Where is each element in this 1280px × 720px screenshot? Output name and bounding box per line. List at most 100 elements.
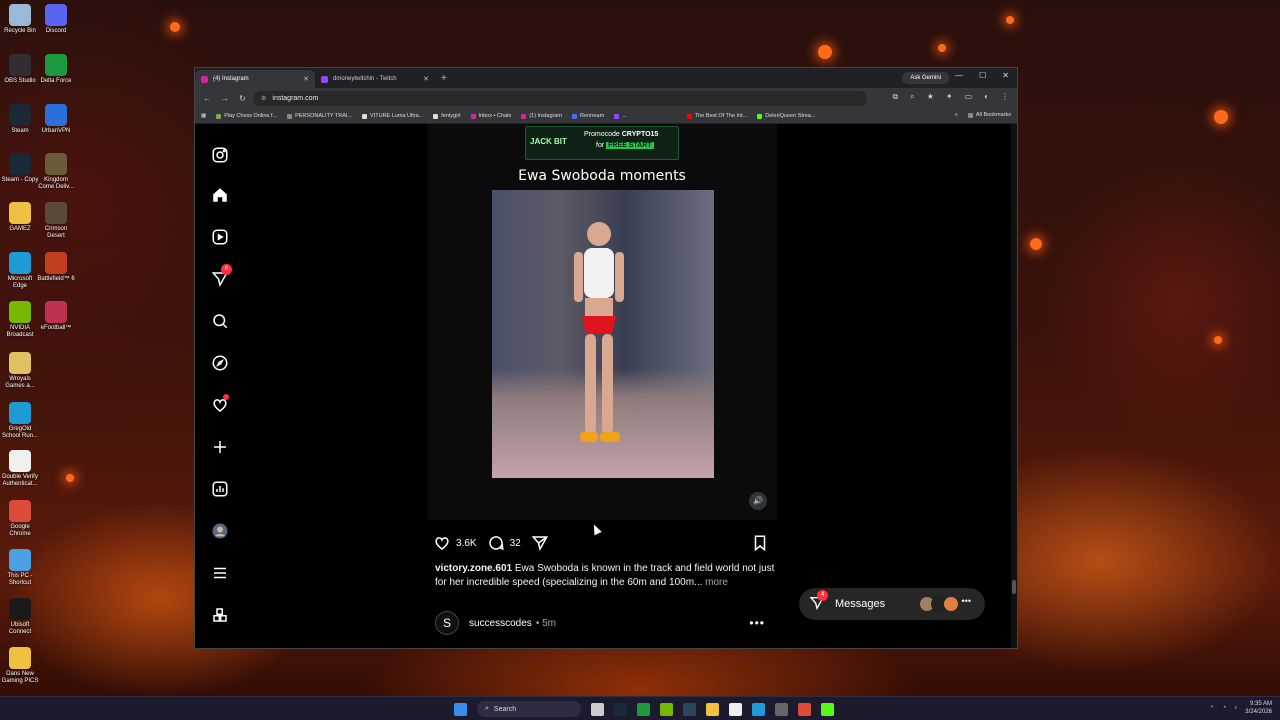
desktop-icon[interactable]: Delta Force xyxy=(36,54,76,85)
volume-icon[interactable]: ♪ xyxy=(1234,705,1237,711)
profile-icon[interactable]: ◐ xyxy=(984,92,989,102)
caption-username[interactable]: victory.zone.601 xyxy=(435,563,512,574)
network-icon[interactable]: ◔ xyxy=(1223,705,1227,711)
desktop-icon[interactable]: NVIDIA Broadcast xyxy=(0,301,40,339)
minimize-icon[interactable]: — xyxy=(955,71,963,80)
notifications-heart-icon[interactable] xyxy=(211,394,229,414)
close-tab-icon[interactable]: ✕ xyxy=(303,75,309,83)
bookmark-item[interactable]: (1) Instagram xyxy=(521,113,562,119)
caption-more-link[interactable]: more xyxy=(705,577,728,588)
desktop-icon[interactable]: eFootball™ xyxy=(36,301,76,332)
bookmark-item[interactable]: VITURE Luma Ultra... xyxy=(362,113,423,119)
desktop-icon[interactable]: Dans New Gaming PICS xyxy=(0,647,40,685)
game-taskbar-icon[interactable] xyxy=(637,702,650,716)
search-icon[interactable] xyxy=(211,312,229,330)
address-bar[interactable]: ⚙ instagram.com xyxy=(253,91,867,106)
bookmark-item[interactable]: DeleriQueen Strea... xyxy=(757,113,815,119)
bookmark-item[interactable]: PERSONALITY TRAI... xyxy=(287,113,352,119)
steam-client-taskbar-icon[interactable] xyxy=(683,702,696,716)
desktop-icon[interactable]: OBS Studio xyxy=(0,54,40,85)
direct-messages-icon[interactable]: 6 xyxy=(211,264,232,288)
bookmark-item[interactable]: fentygirl xyxy=(433,113,461,119)
desktop-icon[interactable]: Microsoft Edge xyxy=(0,252,40,290)
reload-icon[interactable]: ↻ xyxy=(239,94,246,103)
desktop-icon[interactable]: Ubisoft Connect xyxy=(0,598,40,636)
close-tab-icon[interactable]: ✕ xyxy=(423,75,429,83)
home-icon[interactable] xyxy=(211,186,229,204)
desktop-icon[interactable]: Double Verify Authenticat... xyxy=(0,450,40,488)
desktop-icon[interactable]: Wroyals Games a... xyxy=(0,352,40,390)
maximize-icon[interactable]: ☐ xyxy=(979,71,986,80)
tray-overflow-icon[interactable]: ⌃ xyxy=(1210,705,1215,712)
mute-toggle-icon[interactable]: 🔊 xyxy=(749,492,767,510)
desktop-icon[interactable]: Google Chrome xyxy=(0,500,40,538)
desktop-icon[interactable]: UrbanVPN xyxy=(36,104,76,135)
nvidia-taskbar-icon[interactable] xyxy=(660,702,673,716)
back-icon[interactable]: ← xyxy=(203,94,211,103)
hamburger-menu-icon[interactable] xyxy=(211,564,229,582)
new-tab-button[interactable]: + xyxy=(441,73,447,84)
bookmark-item[interactable]: ... xyxy=(614,113,627,119)
bookmark-item[interactable]: The Best Of The Int... xyxy=(686,113,747,119)
also-from-meta-icon[interactable] xyxy=(211,606,229,624)
extensions-icon[interactable]: ✦ xyxy=(946,92,953,102)
settings-taskbar-icon[interactable] xyxy=(775,702,788,716)
taskbar-search[interactable]: ⌕ Search xyxy=(477,701,581,717)
comment-icon[interactable] xyxy=(487,534,505,552)
sidebar-icon[interactable]: ▭ xyxy=(965,92,973,102)
like-heart-icon[interactable] xyxy=(433,534,451,552)
instagram-logo-icon[interactable] xyxy=(211,146,229,164)
desktop-icon[interactable]: GregOld School Run... xyxy=(0,402,40,440)
all-bookmarks-button[interactable]: All Bookmarks xyxy=(967,112,1011,118)
steam-taskbar-icon[interactable] xyxy=(614,702,627,716)
more-bookmarks-icon[interactable]: » xyxy=(955,112,958,118)
forward-icon[interactable]: → xyxy=(221,94,229,103)
share-action[interactable] xyxy=(531,534,549,552)
profile-avatar-icon[interactable] xyxy=(211,522,229,540)
store-icon[interactable] xyxy=(729,702,742,716)
bookmark-item[interactable]: Inbox • Chats xyxy=(470,113,511,119)
desktop-icon[interactable]: Kingdom Come Deliv... xyxy=(36,153,76,191)
desktop-icon[interactable]: Recycle Bin xyxy=(0,4,40,35)
kick-taskbar-icon[interactable] xyxy=(821,702,834,716)
desktop-icon[interactable]: This PC - Shortcut xyxy=(0,549,40,587)
chrome-taskbar-icon[interactable] xyxy=(798,702,811,716)
apps-icon[interactable]: ▦ xyxy=(201,113,206,119)
menu-icon[interactable]: ⋮ xyxy=(1001,92,1009,102)
save-action[interactable] xyxy=(751,534,769,555)
zoom-icon[interactable]: ⌕ xyxy=(910,92,914,102)
create-plus-icon[interactable] xyxy=(211,438,229,456)
reels-icon[interactable] xyxy=(211,228,229,246)
bookmark-item[interactable]: Rentream xyxy=(572,113,604,119)
desktop-icon[interactable]: Crimson Desert xyxy=(36,202,76,240)
task-view-icon[interactable] xyxy=(591,702,604,716)
more-options-icon[interactable]: ••• xyxy=(749,616,765,630)
file-explorer-icon[interactable] xyxy=(706,702,719,716)
ask-gemini-button[interactable]: Ask Gemini xyxy=(902,72,949,84)
bookmark-item[interactable]: Play Chess Online f... xyxy=(216,113,277,119)
edge-taskbar-icon[interactable] xyxy=(752,702,765,716)
tab-twitch[interactable]: dmoneytwitchin - Twitch ✕ xyxy=(315,70,435,88)
bookmark-save-icon[interactable] xyxy=(751,534,769,552)
start-windows-icon[interactable] xyxy=(454,702,467,716)
desktop-icon[interactable]: Steam - Copy xyxy=(0,153,40,184)
reel-video-container[interactable]: JACK BIT Promocode CRYPTO15 for FREE STA… xyxy=(427,124,777,520)
site-info-icon[interactable]: ⚙ xyxy=(261,95,266,102)
like-action[interactable]: 3.6K xyxy=(433,534,477,552)
install-app-icon[interactable]: ⧉ xyxy=(893,92,899,102)
bookmark-star-icon[interactable]: ★ xyxy=(927,92,934,102)
messages-button[interactable]: 4 Messages ••• xyxy=(799,588,985,620)
close-window-icon[interactable]: ✕ xyxy=(1002,71,1009,80)
scrollbar-thumb[interactable] xyxy=(1012,580,1016,594)
next-post-username[interactable]: successcodes xyxy=(469,618,532,629)
desktop-icon[interactable]: Discord xyxy=(36,4,76,35)
desktop-icon[interactable]: GAMEZ xyxy=(0,202,40,233)
comment-action[interactable]: 32 xyxy=(487,534,521,552)
share-icon[interactable] xyxy=(531,534,549,552)
dashboard-icon[interactable] xyxy=(211,480,229,498)
tab-instagram[interactable]: (4) Instagram ✕ xyxy=(195,70,315,88)
clock[interactable]: 9:35 AM 3/24/2026 xyxy=(1245,700,1272,716)
explore-icon[interactable] xyxy=(211,354,229,372)
desktop-icon[interactable]: Battlefield™ 6 xyxy=(36,252,76,283)
page-scrollbar[interactable] xyxy=(1011,124,1017,648)
